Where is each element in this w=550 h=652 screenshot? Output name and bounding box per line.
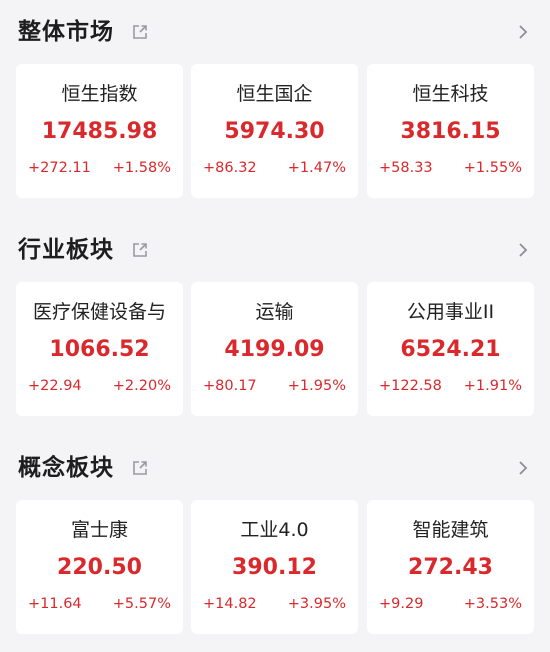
card-price: 17485.98 [41,119,158,144]
section-header[interactable]: 行业板块 [0,224,550,274]
index-card-hsi[interactable]: 恒生指数 17485.98 +272.11 +1.58% [16,64,183,198]
chevron-right-icon[interactable] [516,458,530,478]
card-percent: +1.95% [287,378,346,394]
card-row: 富士康 220.50 +11.64 +5.57% 工业4.0 390.12 +1… [16,500,534,634]
section-title: 概念板块 [18,455,114,481]
card-percent: +1.47% [287,160,346,176]
sector-card[interactable]: 医疗保健设备与 1066.52 +22.94 +2.20% [16,282,183,416]
card-change: +272.11 [28,160,91,176]
card-price: 220.50 [57,555,142,580]
card-name: 智能建筑 [412,519,489,541]
card-percent: +3.95% [287,596,346,612]
index-card-hscei[interactable]: 恒生国企 5974.30 +86.32 +1.47% [191,64,358,198]
card-row: 医疗保健设备与 1066.52 +22.94 +2.20% 运输 4199.09… [16,282,534,416]
card-price: 6524.21 [400,337,501,362]
card-price: 3816.15 [400,119,501,144]
card-percent: +2.20% [112,378,171,394]
section-title: 整体市场 [18,19,114,45]
card-percent: +1.91% [463,378,522,394]
card-change: +9.29 [379,596,424,612]
card-name: 恒生科技 [412,83,489,105]
card-price: 4199.09 [224,337,325,362]
card-percent: +3.53% [463,596,522,612]
card-price: 272.43 [408,555,493,580]
concept-card[interactable]: 工业4.0 390.12 +14.82 +3.95% [191,500,358,634]
card-change: +14.82 [203,596,257,612]
card-name: 富士康 [70,519,128,541]
card-price: 5974.30 [224,119,325,144]
card-name: 公用事业II [406,301,495,323]
chevron-right-icon[interactable] [516,22,530,42]
card-name: 工业4.0 [240,519,309,541]
sector-card[interactable]: 运输 4199.09 +80.17 +1.95% [191,282,358,416]
card-change: +80.17 [203,378,257,394]
card-change: +11.64 [28,596,82,612]
card-percent: +1.58% [112,160,171,176]
section-title: 行业板块 [18,237,114,263]
card-change: +22.94 [28,378,82,394]
sector-card[interactable]: 公用事业II 6524.21 +122.58 +1.91% [367,282,534,416]
share-out-icon[interactable] [131,241,149,259]
card-change: +122.58 [379,378,442,394]
share-out-icon[interactable] [131,459,149,477]
card-name: 运输 [255,301,294,323]
section-header[interactable]: 概念板块 [0,442,550,492]
card-percent: +5.57% [112,596,171,612]
card-price: 390.12 [232,555,317,580]
card-price: 1066.52 [49,337,150,362]
concept-card[interactable]: 智能建筑 272.43 +9.29 +3.53% [367,500,534,634]
concept-card[interactable]: 富士康 220.50 +11.64 +5.57% [16,500,183,634]
card-row: 恒生指数 17485.98 +272.11 +1.58% 恒生国企 5974.3… [16,64,534,198]
card-name: 恒生指数 [61,83,138,105]
chevron-right-icon[interactable] [516,240,530,260]
card-change: +58.33 [379,160,433,176]
index-card-hstech[interactable]: 恒生科技 3816.15 +58.33 +1.55% [367,64,534,198]
card-percent: +1.55% [463,160,522,176]
section-header[interactable]: 整体市场 [0,6,550,56]
card-change: +86.32 [203,160,257,176]
card-name: 恒生国企 [236,83,313,105]
share-out-icon[interactable] [131,23,149,41]
card-name: 医疗保健设备与 [32,301,166,323]
